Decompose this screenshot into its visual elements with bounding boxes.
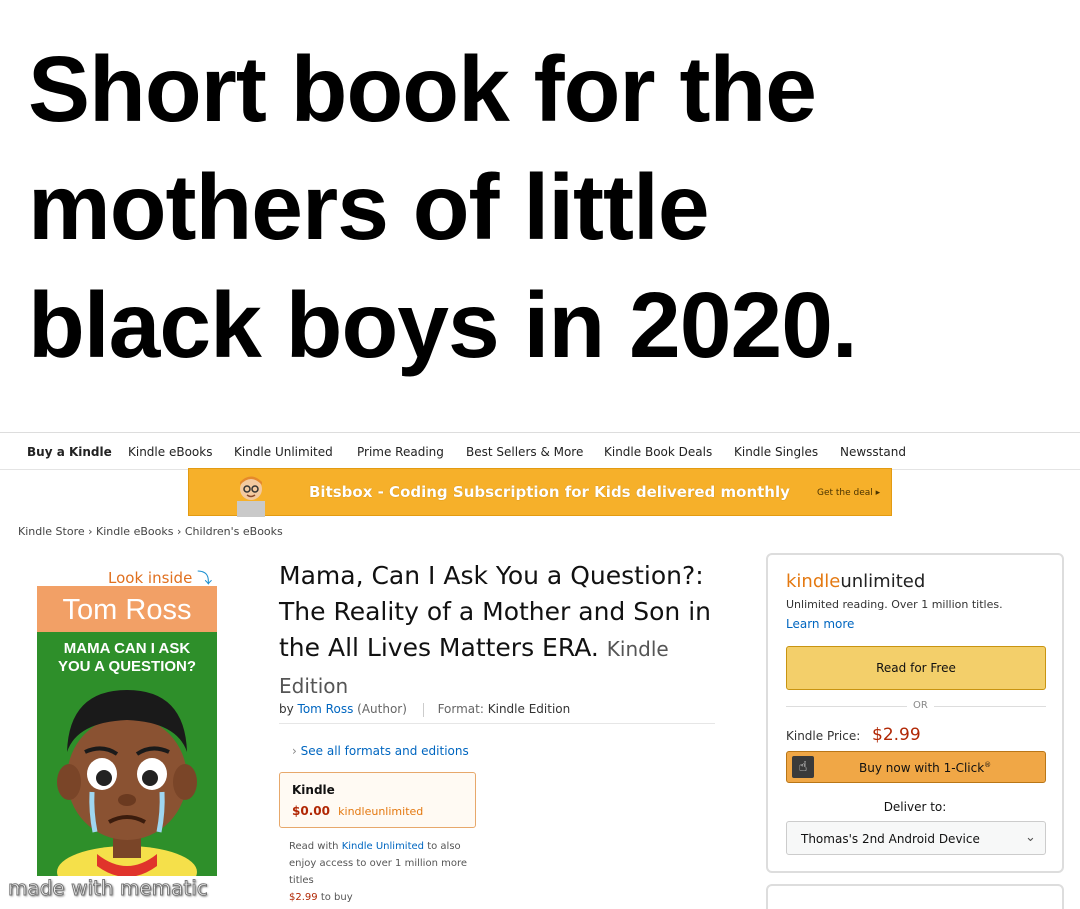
chevron-down-icon: ⌄ xyxy=(1025,830,1036,845)
format-ku-badge: kindleunlimited xyxy=(338,805,424,818)
registered-mark: ® xyxy=(984,761,992,769)
section-divider xyxy=(279,723,715,724)
down-arrow-icon: ⤵ xyxy=(197,569,213,587)
breadcrumb: Kindle Store › Kindle eBooks › Children'… xyxy=(18,525,283,538)
ku-logo-unlimited: unlimited xyxy=(840,571,926,592)
format-price-value: $0.00 xyxy=(292,804,330,818)
nav-item-kindle-ebooks[interactable]: Kindle eBooks xyxy=(128,445,212,459)
secondary-buy-box xyxy=(766,884,1064,909)
kindle-unlimited-logo: kindleunlimited xyxy=(786,571,925,592)
read-with-price: $2.99 xyxy=(289,892,318,903)
or-label: OR xyxy=(907,700,934,711)
byline: by Tom Ross (Author) Format: Kindle Edit… xyxy=(279,702,570,717)
format-value: Kindle Edition xyxy=(487,702,571,716)
cover-title-line: MAMA CAN I ASK xyxy=(63,640,191,657)
buy-box: kindleunlimited Unlimited reading. Over … xyxy=(766,553,1064,873)
crying-boy-illustration xyxy=(57,690,197,876)
author-role: (Author) xyxy=(357,702,407,716)
ad-banner[interactable]: Bitsbox - Coding Subscription for Kids d… xyxy=(188,468,892,517)
byline-divider xyxy=(422,702,424,717)
nav-item-best-sellers[interactable]: Best Sellers & More xyxy=(466,445,583,459)
nav-item-kindle-unlimited[interactable]: Kindle Unlimited xyxy=(234,445,333,459)
breadcrumb-item[interactable]: Children's eBooks xyxy=(185,525,283,538)
buy-now-label: Buy now with 1-Click® xyxy=(859,761,992,775)
kindle-format-option[interactable]: Kindle $0.00 kindleunlimited xyxy=(279,772,476,828)
ku-logo-kindle: kindle xyxy=(786,571,841,592)
ku-link[interactable]: Kindle Unlimited xyxy=(342,841,424,852)
look-inside-label: Look inside xyxy=(108,569,193,587)
read-with-suffix: to buy xyxy=(320,892,353,903)
see-all-formats-link[interactable]: › See all formats and editions xyxy=(292,744,469,758)
headline-line: mothers of little xyxy=(28,155,710,259)
read-with-ku-note: Read with Kindle Unlimited to also enjoy… xyxy=(289,838,469,906)
cover-title: MAMA CAN I ASK YOU A QUESTION? xyxy=(37,640,217,676)
see-all-label: See all formats and editions xyxy=(300,744,469,758)
format-label: Format: xyxy=(437,702,484,716)
breadcrumb-item[interactable]: Kindle eBooks xyxy=(96,525,173,538)
author-link[interactable]: Tom Ross xyxy=(298,702,354,716)
breadcrumb-separator: › xyxy=(176,525,182,538)
meme-headline: Short book for the mothers of little bla… xyxy=(28,30,1068,384)
headline-line: Short book for the xyxy=(28,37,817,141)
format-name: Kindle xyxy=(292,783,335,797)
mematic-watermark: made with mematic xyxy=(8,876,209,901)
byline-by: by xyxy=(279,702,294,716)
pointer-hand-icon: ☝ xyxy=(792,756,814,778)
read-for-free-button[interactable]: Read for Free xyxy=(786,646,1046,690)
kindle-price-label: Kindle Price: xyxy=(786,729,861,743)
deliver-to-label: Deliver to: xyxy=(883,800,947,814)
ku-description: Unlimited reading. Over 1 million titles… xyxy=(786,598,1003,611)
banner-cta[interactable]: Get the deal ▸ xyxy=(817,488,880,498)
nav-item-kindle-singles[interactable]: Kindle Singles xyxy=(734,445,818,459)
breadcrumb-item[interactable]: Kindle Store xyxy=(18,525,85,538)
nav-item-buy-a-kindle[interactable]: Buy a Kindle xyxy=(27,445,112,459)
buy-now-1-click-button[interactable]: ☝ Buy now with 1-Click® xyxy=(786,751,1046,783)
format-price: $0.00 kindleunlimited xyxy=(292,804,423,818)
read-with-prefix: Read with xyxy=(289,841,339,852)
learn-more-link[interactable]: Learn more xyxy=(786,617,854,631)
breadcrumb-separator: › xyxy=(88,525,93,538)
look-inside-link[interactable]: Look inside ⤵ xyxy=(108,567,212,588)
chevron-right-icon: › xyxy=(292,744,297,758)
headline-line: black boys in 2020. xyxy=(28,273,858,377)
mascot-icon xyxy=(237,476,265,517)
product-title: Mama, Can I Ask You a Question?: The Rea… xyxy=(279,558,739,704)
device-select[interactable]: Thomas's 2nd Android Device ⌄ xyxy=(786,821,1046,855)
nav-item-newsstand[interactable]: Newsstand xyxy=(840,445,906,459)
nav-item-kindle-book-deals[interactable]: Kindle Book Deals xyxy=(604,445,712,459)
cover-author: Tom Ross xyxy=(62,594,192,626)
banner-text: Bitsbox - Coding Subscription for Kids d… xyxy=(309,483,790,501)
kindle-price-value: $2.99 xyxy=(872,725,921,745)
cover-title-line: YOU A QUESTION? xyxy=(57,658,197,675)
nav-item-prime-reading[interactable]: Prime Reading xyxy=(357,445,444,459)
book-cover[interactable]: Tom Ross MAMA CAN I ASK YOU A QUESTION? xyxy=(37,586,217,876)
kindle-nav-bar: Buy a Kindle Kindle eBooks Kindle Unlimi… xyxy=(0,432,1080,470)
device-select-value: Thomas's 2nd Android Device xyxy=(801,832,980,846)
